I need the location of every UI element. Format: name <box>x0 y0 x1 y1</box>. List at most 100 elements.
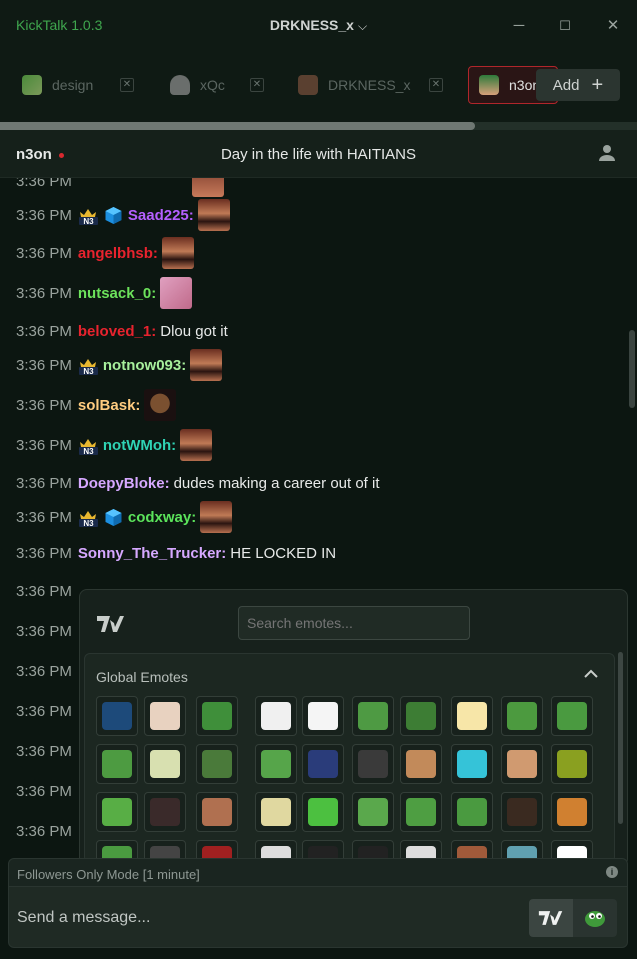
user-icon[interactable] <box>598 144 616 162</box>
emote-cell[interactable] <box>196 792 238 832</box>
emote-cell[interactable] <box>551 792 593 832</box>
maximize-button[interactable]: ☐ <box>553 14 577 38</box>
emote-cell[interactable] <box>144 744 186 784</box>
emote-cell[interactable] <box>501 792 543 832</box>
chat-message-partial: 3:36 PM <box>16 822 72 840</box>
emote-cell[interactable] <box>451 792 493 832</box>
emote-cell[interactable] <box>255 744 297 784</box>
message-text: HE LOCKED IN <box>230 544 337 562</box>
tab-drkness-x[interactable]: DRKNESS_x ✕ <box>298 66 448 104</box>
plus-icon: + <box>591 73 604 96</box>
add-label: Add <box>552 76 580 94</box>
emote-cell[interactable] <box>96 744 138 784</box>
tab-scrollbar-thumb[interactable] <box>0 122 475 130</box>
emote-face[interactable] <box>180 429 213 461</box>
message-username[interactable]: nutsack_0: <box>78 285 156 302</box>
emote-icon <box>457 702 487 730</box>
search-emotes-input[interactable] <box>238 606 470 640</box>
emote-cell[interactable] <box>302 744 344 784</box>
emote-cell[interactable] <box>551 744 593 784</box>
close-button[interactable]: ✕ <box>601 14 625 38</box>
message-username[interactable]: Sonny_The_Trucker: <box>78 545 226 562</box>
message-username[interactable]: notWMoh: <box>103 437 176 454</box>
followers-only-banner: Followers Only Mode [1 minute] i <box>8 858 628 886</box>
chat-message: 3:36 PM N3 notnow093: <box>16 348 223 382</box>
emote-cell[interactable] <box>501 696 543 736</box>
message-username[interactable]: beloved_1: <box>78 323 156 340</box>
message-username[interactable]: angelbhsb: <box>78 245 158 262</box>
chat-message-partial: 3:36 PM <box>16 582 72 600</box>
chat-message: 3:36 PM solBask: <box>16 388 177 422</box>
tab-xqc[interactable]: xQc ✕ <box>170 66 270 104</box>
message-timestamp: 3:36 PM <box>16 436 72 454</box>
n3-subscriber-badge-icon: N3 <box>78 355 99 376</box>
emote-cell[interactable] <box>196 696 238 736</box>
emote-face[interactable] <box>200 501 233 533</box>
emote-cell[interactable] <box>551 696 593 736</box>
emote-icon <box>507 702 537 730</box>
emote-cell[interactable] <box>302 792 344 832</box>
emote-cell[interactable] <box>255 792 297 832</box>
emote-cell[interactable] <box>255 696 297 736</box>
emote-cell[interactable] <box>196 744 238 784</box>
close-tab-icon[interactable]: ✕ <box>120 78 134 92</box>
close-tab-icon[interactable]: ✕ <box>250 78 264 92</box>
message-username[interactable]: DoepyBloke: <box>78 475 170 492</box>
emote-icon <box>557 702 587 730</box>
chat-message: 3:36 PM Sonny_The_Trucker: HE LOCKED IN <box>16 536 336 570</box>
chevron-down-icon[interactable]: ⌵ <box>358 19 367 33</box>
emote-cell[interactable] <box>352 696 394 736</box>
emote-cell[interactable] <box>451 696 493 736</box>
kick-emotes-button[interactable] <box>573 899 617 937</box>
emote-cell[interactable] <box>501 744 543 784</box>
message-username[interactable]: codxway: <box>128 509 196 526</box>
emote-face[interactable] <box>197 199 230 231</box>
svg-text:N3: N3 <box>83 447 94 456</box>
chat-message-partial: 3:36 PM <box>16 782 72 800</box>
add-channel-button[interactable]: Add + <box>536 69 620 101</box>
chat-message: 3:36 PM DoepyBloke: dudes making a career … <box>16 466 380 500</box>
message-username[interactable]: notnow093: <box>103 357 186 374</box>
channel-switcher[interactable]: DRKNESS_x ⌵ <box>0 17 637 34</box>
tab-design[interactable]: design ✕ <box>22 66 157 104</box>
emote-cell[interactable] <box>144 696 186 736</box>
emote-cell[interactable] <box>352 744 394 784</box>
message-timestamp: 3:36 PM <box>16 322 72 340</box>
emote-icon <box>358 798 388 826</box>
7tv-emotes-button[interactable] <box>529 899 573 937</box>
emote-pink[interactable] <box>160 277 193 309</box>
picker-scrollbar-thumb[interactable] <box>618 652 623 824</box>
emote-cell[interactable] <box>302 696 344 736</box>
emote-face[interactable] <box>161 237 194 269</box>
emote-icon <box>150 798 180 826</box>
emote-icon <box>202 750 232 778</box>
info-icon[interactable]: i <box>606 866 618 878</box>
emote-guy[interactable] <box>144 389 177 421</box>
emote-cell[interactable] <box>96 696 138 736</box>
chat-scrollbar-thumb[interactable] <box>629 330 635 408</box>
chat-message-partial: 3:36 PM <box>16 622 72 640</box>
emote-cell[interactable] <box>144 792 186 832</box>
chat-message: 3:36 PM N3 Saad225: <box>16 198 230 232</box>
chevron-up-icon[interactable] <box>583 668 599 680</box>
emote-cell[interactable] <box>352 792 394 832</box>
tab-scrollbar[interactable] <box>0 122 637 130</box>
minimize-button[interactable]: ─ <box>507 14 531 38</box>
emote-cell[interactable] <box>400 792 442 832</box>
emote-cell[interactable] <box>451 744 493 784</box>
emote-icon <box>150 702 180 730</box>
message-input[interactable] <box>17 900 457 936</box>
emote-cell[interactable] <box>400 696 442 736</box>
emote-cell[interactable] <box>400 744 442 784</box>
chat-message-partial: 3:36 PM <box>16 662 72 680</box>
tab-label: design <box>52 77 94 93</box>
7tv-logo-icon[interactable] <box>96 614 126 634</box>
message-username[interactable]: Saad225: <box>128 207 194 224</box>
close-tab-icon[interactable]: ✕ <box>429 78 443 92</box>
emote-cell[interactable] <box>96 792 138 832</box>
chat-message-partial: 3:36 PM <box>16 742 72 760</box>
message-text: Dlou got it <box>160 322 228 340</box>
emote-face[interactable] <box>190 349 223 381</box>
message-username[interactable]: solBask: <box>78 397 141 414</box>
chat-message: 3:36 PM N3 notWMoh: <box>16 428 213 462</box>
